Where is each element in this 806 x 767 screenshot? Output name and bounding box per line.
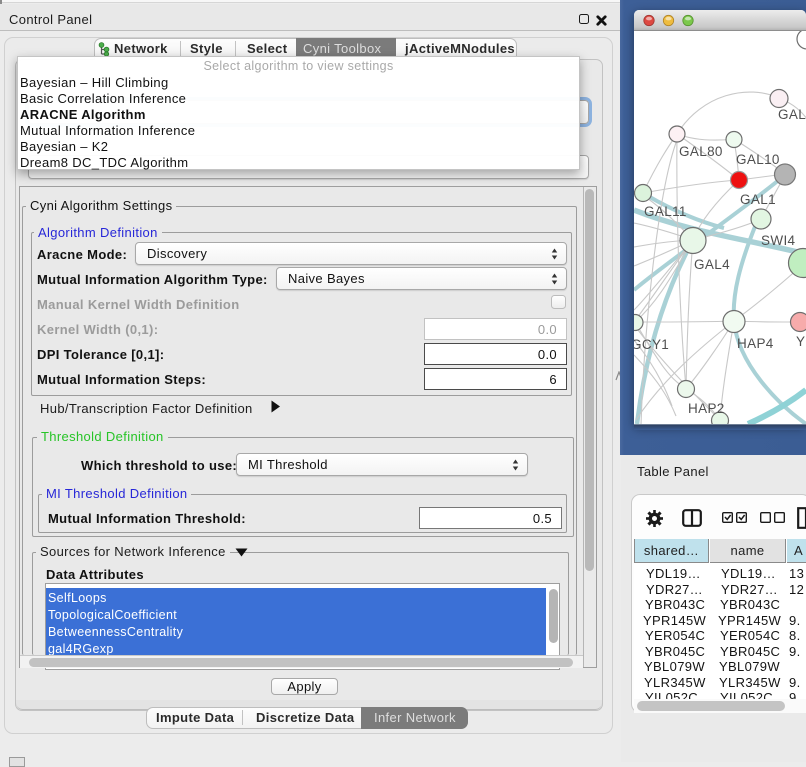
svg-text:GAL1: GAL1 xyxy=(740,192,776,207)
svg-text:GAL11: GAL11 xyxy=(644,204,687,219)
svg-text:SWI4: SWI4 xyxy=(761,233,796,248)
svg-text:GCY1: GCY1 xyxy=(634,337,669,352)
svg-text:GAL80: GAL80 xyxy=(679,144,723,159)
svg-text:GAL: GAL xyxy=(778,107,806,122)
svg-text:GAL4: GAL4 xyxy=(694,257,730,272)
svg-text:HAP2: HAP2 xyxy=(688,401,725,416)
svg-text:HAP4: HAP4 xyxy=(737,336,774,351)
svg-text:GAL10: GAL10 xyxy=(736,152,780,167)
svg-text:Y: Y xyxy=(796,334,805,349)
